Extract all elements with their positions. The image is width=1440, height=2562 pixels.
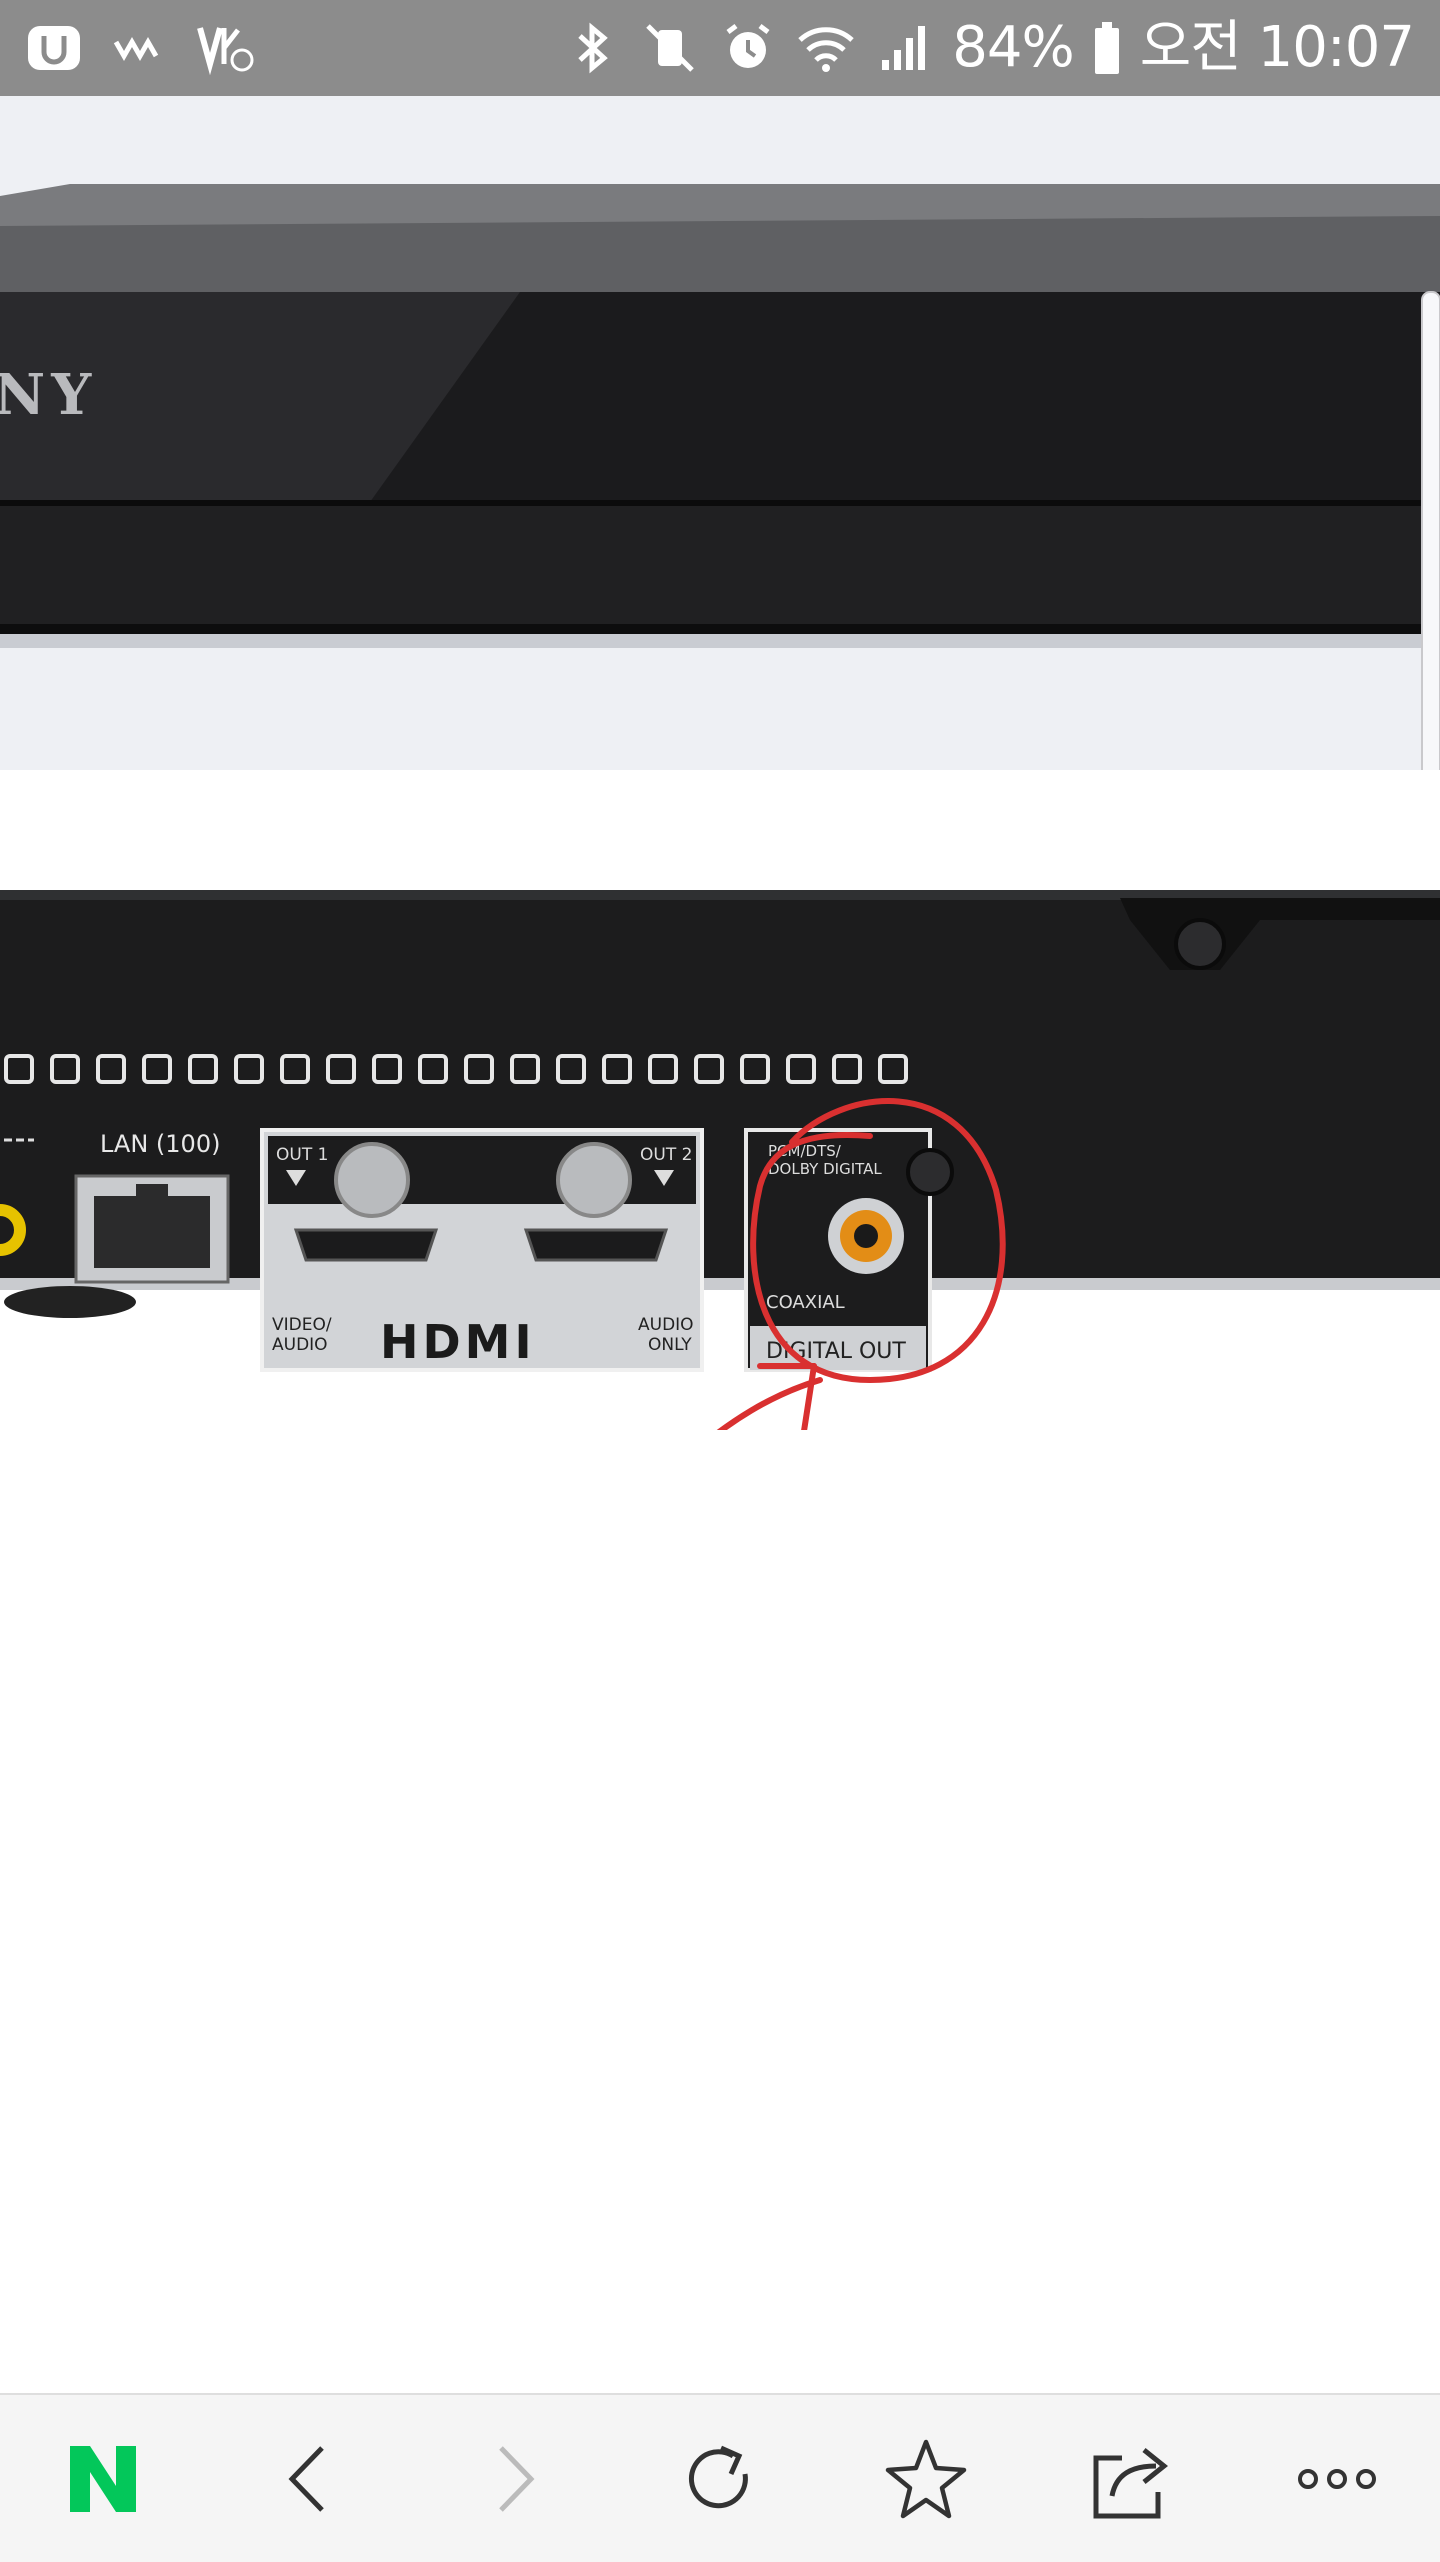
bluetooth-icon bbox=[578, 22, 609, 74]
naver-home-icon bbox=[69, 2445, 136, 2512]
hdmi-port-1-icon bbox=[293, 1228, 439, 1262]
web-content[interactable]: NY LAN (100) OUT 1 OUT 2 VIDEO/ AUDIO AU… bbox=[0, 96, 1440, 2393]
mute-icon bbox=[646, 24, 695, 72]
alarm-icon bbox=[726, 24, 770, 68]
more-icon bbox=[1298, 2468, 1377, 2489]
bookmark-button[interactable] bbox=[866, 2419, 986, 2539]
volte-icon bbox=[197, 27, 254, 76]
wifi-icon bbox=[798, 27, 855, 72]
browser-toolbar bbox=[0, 2393, 1440, 2562]
status-bar: 84% 오전 10:07 bbox=[0, 0, 1440, 96]
hdmi-left-caption: VIDEO/AUDIO bbox=[272, 1315, 332, 1355]
back-icon bbox=[288, 2445, 324, 2512]
status-right: 84% 오전 10:07 bbox=[562, 14, 1415, 82]
status-left-icons bbox=[24, 18, 256, 78]
screw-icon bbox=[556, 1142, 632, 1218]
lan-label: LAN (100) bbox=[100, 1130, 220, 1158]
forward-button[interactable] bbox=[454, 2419, 574, 2539]
brand-logo-text: NY bbox=[0, 362, 97, 428]
battery-icon bbox=[1094, 22, 1119, 74]
naver-home-button[interactable] bbox=[43, 2419, 163, 2539]
back-button[interactable] bbox=[249, 2419, 369, 2539]
screw-icon bbox=[1174, 918, 1226, 970]
screw-icon bbox=[334, 1142, 410, 1218]
share-icon bbox=[1093, 2447, 1169, 2518]
red-annotation-arrow bbox=[716, 1363, 823, 1430]
bookmark-star-icon bbox=[885, 2439, 966, 2518]
hdmi-out2-label: OUT 2 bbox=[640, 1145, 692, 1165]
coaxial-label: COAXIAL bbox=[766, 1292, 845, 1313]
more-button[interactable] bbox=[1277, 2419, 1397, 2539]
hdmi-port-2-icon bbox=[523, 1228, 669, 1262]
hdmi-logo: HDMI bbox=[380, 1315, 536, 1369]
screw-icon bbox=[906, 1148, 954, 1196]
forward-icon bbox=[499, 2445, 535, 2512]
wave-icon bbox=[113, 36, 159, 62]
signal-icon bbox=[882, 26, 926, 70]
u-plus-icon bbox=[28, 26, 80, 70]
refresh-button[interactable] bbox=[660, 2419, 780, 2539]
player-front-image: NY bbox=[0, 96, 1440, 770]
battery-percent: 84% bbox=[952, 15, 1074, 80]
refresh-icon bbox=[688, 2445, 748, 2508]
hdmi-out1-label: OUT 1 bbox=[276, 1145, 328, 1165]
player-rear-panel-image: LAN (100) OUT 1 OUT 2 VIDEO/AUDIO AUDIO O… bbox=[0, 890, 1440, 1430]
share-button[interactable] bbox=[1071, 2419, 1191, 2539]
clock: 오전 10:07 bbox=[1139, 15, 1415, 80]
